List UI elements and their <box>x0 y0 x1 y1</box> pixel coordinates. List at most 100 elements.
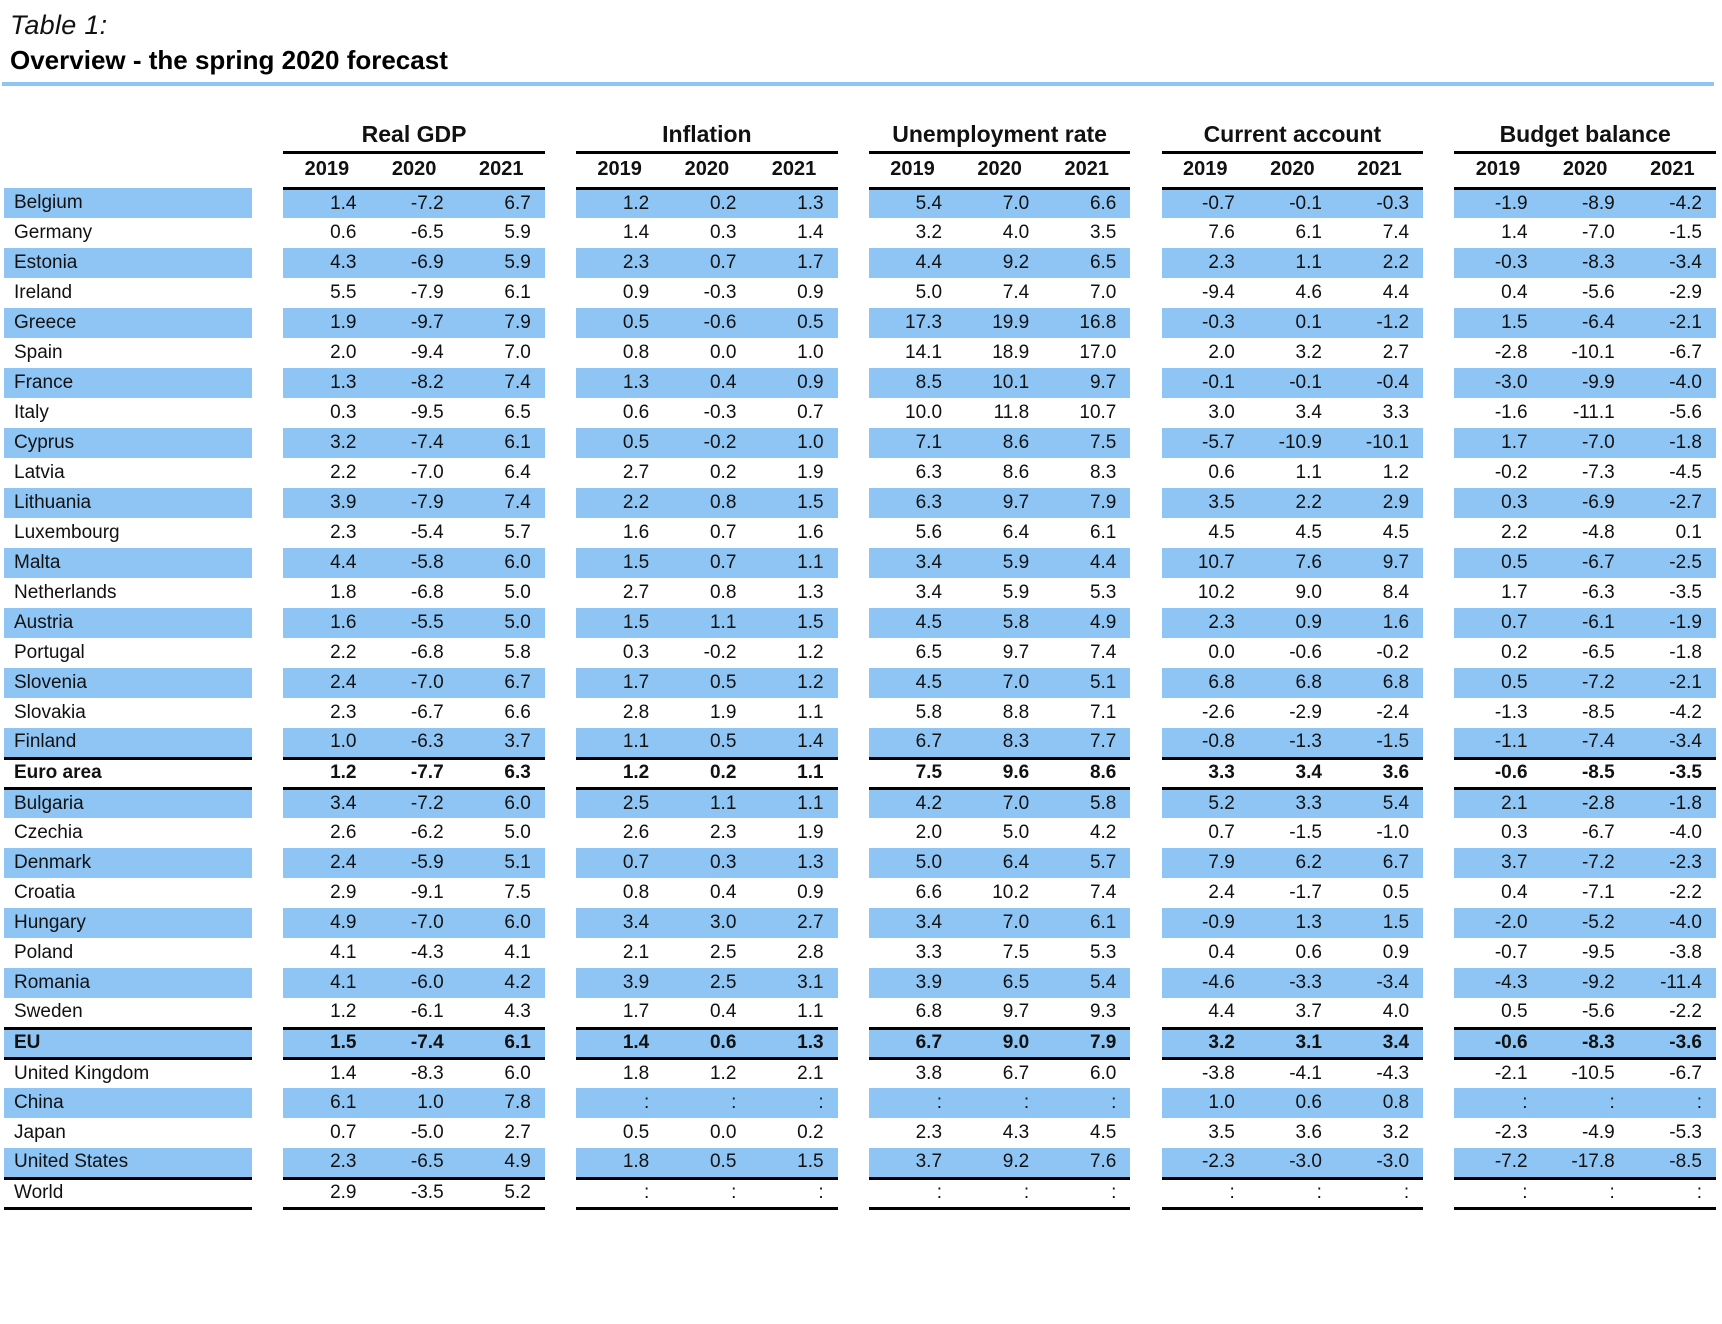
cell-bud-2019: -0.2 <box>1494 462 1528 483</box>
cell-gdp-2019: 0.7 <box>330 1122 357 1143</box>
cell-bud-2019: -2.0 <box>1454 908 1542 938</box>
cell-gdp-2021: 6.1 <box>504 282 531 303</box>
cell-ca-2020: 1.1 <box>1295 462 1322 483</box>
cell-gdp-2021: 4.2 <box>457 968 545 998</box>
table-row: Finland 1.0 -6.3 3.7 1.1 0.5 1.4 6.7 8.3 7.7 -0.8-… <box>4 728 1716 758</box>
year-header-unemp-2021: 2021 <box>1043 152 1131 190</box>
cell-bud-2020: -8.5 <box>1581 702 1615 723</box>
row-label: Austria <box>4 608 253 638</box>
accent-rule <box>2 82 1714 86</box>
cell-ca-2021: 0.9 <box>1382 942 1410 963</box>
spacer <box>1423 548 1455 578</box>
cell-unemp-2020: 5.8 <box>956 608 1044 638</box>
group-header-inflation: Inflation <box>576 88 838 154</box>
cell-unemp-2020: 4.0 <box>1002 222 1030 243</box>
cell-ca-2021: 1.2 <box>1382 462 1410 483</box>
cell-unemp-2021: 3.5 <box>1089 222 1117 243</box>
cell-unemp-2019: 6.7 <box>868 1026 957 1060</box>
spacer <box>1423 1058 1455 1088</box>
cell-ca-2021: 1.6 <box>1335 608 1424 638</box>
cell-ca-2019: : <box>1161 1176 1249 1210</box>
spacer <box>1130 668 1162 698</box>
spacer <box>1423 638 1455 668</box>
cell-ca-2019: 7.6 <box>1208 222 1235 243</box>
cell-unemp-2021: 7.1 <box>1089 702 1117 723</box>
cell-gdp-2020: -7.7 <box>370 756 458 790</box>
cell-inf-2021: 1.2 <box>797 642 824 663</box>
cell-unemp-2021: 16.8 <box>1043 308 1131 338</box>
spacer <box>837 638 869 668</box>
spacer <box>1423 248 1455 278</box>
cell-gdp-2020: -5.5 <box>370 608 458 638</box>
cell-ca-2021: 2.7 <box>1382 342 1410 363</box>
cell-ca-2021: 4.0 <box>1382 1001 1410 1023</box>
spacer <box>837 698 869 728</box>
cell-inf-2021: 1.5 <box>750 1148 838 1178</box>
spacer <box>1130 338 1162 368</box>
table-row: Spain 2.0 -9.4 7.0 0.8 0.0 1.0 14.1 18.9 17.0 2.0 3… <box>4 338 1716 368</box>
cell-unemp-2020: 9.7 <box>1002 1001 1030 1023</box>
cell-ca-2020: 4.6 <box>1295 282 1322 303</box>
cell-bud-2020: -2.8 <box>1541 788 1629 818</box>
cell-bud-2020: -8.9 <box>1541 188 1629 218</box>
row-label: Cyprus <box>4 428 253 458</box>
cell-bud-2020: -4.8 <box>1581 522 1615 543</box>
cell-unemp-2020: 8.6 <box>1002 462 1030 483</box>
cell-inf-2020: -0.3 <box>703 282 737 303</box>
table-row: Portugal 2.2 -6.8 5.8 0.3 -0.2 1.2 6.5 9.7 7.4 0.0… <box>4 638 1716 668</box>
spacer <box>1423 758 1455 788</box>
spacer <box>544 848 577 878</box>
spacer <box>837 1028 869 1058</box>
cell-ca-2021: 1.5 <box>1335 908 1424 938</box>
cell-gdp-2021: 4.9 <box>457 1148 545 1178</box>
cell-unemp-2020: 6.4 <box>1002 522 1030 543</box>
row-label: France <box>4 368 253 398</box>
cell-ca-2019: 0.7 <box>1208 822 1235 843</box>
spacer <box>1130 608 1162 638</box>
spacer <box>252 488 284 518</box>
row-label: Greece <box>4 308 253 338</box>
cell-bud-2021: -4.0 <box>1628 368 1716 398</box>
cell-ca-2019: 2.4 <box>1208 882 1235 903</box>
cell-gdp-2021: 5.1 <box>457 848 545 878</box>
cell-inf-2021: 0.9 <box>797 282 824 303</box>
cell-ca-2021: 9.7 <box>1335 548 1424 578</box>
cell-ca-2019: -3.8 <box>1202 1062 1235 1084</box>
cell-inf-2020: -0.2 <box>663 428 751 458</box>
spacer <box>252 938 284 968</box>
cell-gdp-2019: 4.4 <box>283 548 371 578</box>
cell-unemp-2021: 6.1 <box>1089 522 1117 543</box>
cell-ca-2020: -1.7 <box>1289 882 1322 903</box>
spacer <box>1423 668 1455 698</box>
cell-inf-2019: 0.7 <box>576 848 664 878</box>
spacer <box>1423 218 1455 248</box>
spacer <box>544 818 577 848</box>
spacer <box>837 968 869 998</box>
spacer <box>252 878 284 908</box>
spacer <box>1130 88 1161 152</box>
spacer <box>837 878 869 908</box>
year-header-ca-2019: 2019 <box>1161 152 1249 190</box>
row-label: Hungary <box>4 908 253 938</box>
cell-bud-2020: -8.3 <box>1541 248 1629 278</box>
cell-gdp-2019: 1.9 <box>283 308 371 338</box>
cell-bud-2021: -2.9 <box>1669 282 1702 303</box>
cell-inf-2021: 1.0 <box>750 428 838 458</box>
spacer <box>1130 1088 1162 1118</box>
cell-unemp-2020: 9.2 <box>956 248 1044 278</box>
spacer <box>252 908 284 938</box>
cell-ca-2019: 3.3 <box>1161 756 1249 790</box>
cell-gdp-2019: 2.6 <box>330 822 357 843</box>
row-label: Germany <box>14 222 93 243</box>
cell-ca-2021: 0.8 <box>1335 1088 1424 1118</box>
spacer <box>252 368 284 398</box>
cell-bud-2020: -8.5 <box>1541 756 1629 790</box>
spacer <box>1423 278 1455 308</box>
spacer <box>838 88 869 152</box>
cell-gdp-2019: 2.0 <box>330 342 357 363</box>
cell-unemp-2019: 3.4 <box>915 582 943 603</box>
spacer <box>837 998 869 1028</box>
cell-ca-2019: -0.7 <box>1161 188 1249 218</box>
spacer <box>1423 818 1455 848</box>
cell-bud-2021: 0.1 <box>1675 522 1702 543</box>
